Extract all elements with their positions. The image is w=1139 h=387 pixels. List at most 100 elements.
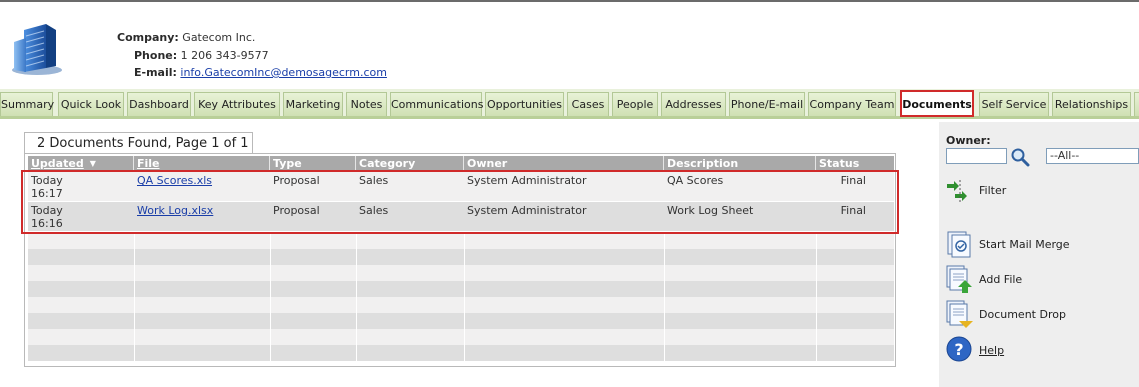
- column-header-owner[interactable]: Owner: [464, 156, 664, 171]
- tab-relationships[interactable]: Relationships: [1052, 92, 1131, 116]
- column-separator: [356, 297, 357, 313]
- column-separator: [270, 233, 271, 249]
- column-header-updated[interactable]: Updated ▼: [28, 156, 134, 171]
- owner-cell: System Administrator: [467, 204, 587, 217]
- column-separator: [664, 345, 665, 361]
- column-separator: [356, 233, 357, 249]
- tab-company-team[interactable]: Company Team: [808, 92, 896, 116]
- column-separator: [816, 345, 817, 361]
- file-cell: QA Scores.xls: [134, 174, 212, 187]
- column-separator: [816, 233, 817, 249]
- help-label: Help: [979, 344, 1005, 357]
- column-separator: [664, 265, 665, 281]
- column-separator: [134, 265, 135, 281]
- column-separator: [356, 249, 357, 265]
- grid-header: Updated ▼ File Type Category Owner Descri…: [28, 156, 894, 171]
- owner-label: Owner:: [946, 134, 991, 147]
- help-icon: ?: [946, 336, 972, 362]
- column-header-description[interactable]: Description: [664, 156, 816, 171]
- owner-cell: System Administrator: [467, 174, 587, 187]
- column-separator: [664, 297, 665, 313]
- tab-dashboard[interactable]: Dashboard: [127, 92, 191, 116]
- owner-input[interactable]: [946, 148, 1007, 164]
- tab-opportunities[interactable]: Opportunities: [485, 92, 564, 116]
- email-link[interactable]: info.GatecomInc@demosagecrm.com: [180, 66, 387, 79]
- column-header-type[interactable]: Type: [270, 156, 356, 171]
- phone-value: 1 206 343-9577: [180, 48, 269, 62]
- empty-row: [28, 249, 894, 265]
- empty-row: [28, 233, 894, 249]
- column-separator: [270, 313, 271, 329]
- column-separator: [134, 281, 135, 297]
- column-separator: [356, 329, 357, 345]
- updated-cell: Today 16:16: [28, 204, 63, 230]
- column-separator: [270, 329, 271, 345]
- column-separator: [664, 249, 665, 265]
- column-separator: [464, 281, 465, 297]
- description-cell: Work Log Sheet: [667, 204, 754, 217]
- tab-people[interactable]: People: [612, 92, 658, 116]
- column-separator: [464, 329, 465, 345]
- column-header-file[interactable]: File: [134, 156, 270, 171]
- column-separator: [464, 265, 465, 281]
- tab-communications[interactable]: Communications: [390, 92, 483, 116]
- tab-cases[interactable]: Cases: [567, 92, 609, 116]
- empty-row: [28, 345, 894, 361]
- column-separator: [134, 233, 135, 249]
- column-separator: [356, 281, 357, 297]
- sort-down-icon: ▼: [89, 159, 96, 168]
- tab-key-attributes[interactable]: Key Attributes: [194, 92, 280, 116]
- column-separator: [816, 265, 817, 281]
- column-separator: [270, 249, 271, 265]
- tab-overflow[interactable]: [1134, 92, 1139, 116]
- column-separator: [816, 313, 817, 329]
- column-separator: [270, 265, 271, 281]
- column-separator: [816, 329, 817, 345]
- company-label: Company:: [117, 31, 179, 44]
- column-separator: [816, 249, 817, 265]
- table-row[interactable]: Today 16:17 QA Scores.xls Proposal Sales…: [28, 172, 894, 202]
- empty-row: [28, 265, 894, 281]
- column-separator: [356, 313, 357, 329]
- status-cell: Final: [840, 204, 866, 217]
- updated-cell: Today 16:17: [28, 174, 63, 200]
- tab-summary[interactable]: Summary: [0, 92, 54, 116]
- svg-text:?: ?: [954, 340, 963, 359]
- tab-self-service[interactable]: Self Service: [979, 92, 1049, 116]
- tab-quick-look[interactable]: Quick Look: [58, 92, 124, 116]
- file-link[interactable]: QA Scores.xls: [137, 174, 212, 187]
- tab-documents[interactable]: Documents: [900, 90, 974, 117]
- tab-marketing[interactable]: Marketing: [283, 92, 343, 116]
- empty-row: [28, 313, 894, 329]
- column-separator: [464, 297, 465, 313]
- file-cell: Work Log.xlsx: [134, 204, 213, 217]
- column-separator: [270, 281, 271, 297]
- column-separator: [664, 329, 665, 345]
- search-icon[interactable]: [1010, 147, 1030, 167]
- table-row[interactable]: Today 16:16 Work Log.xlsx Proposal Sales…: [28, 202, 894, 232]
- column-header-category[interactable]: Category: [356, 156, 464, 171]
- tab-phone-email[interactable]: Phone/E-mail: [729, 92, 805, 116]
- company-building-icon: [12, 24, 62, 75]
- column-separator: [464, 345, 465, 361]
- mail-merge-icon: [947, 231, 971, 258]
- column-separator: [464, 233, 465, 249]
- description-cell: QA Scores: [667, 174, 724, 187]
- column-separator: [464, 249, 465, 265]
- empty-row: [28, 281, 894, 297]
- column-separator: [464, 313, 465, 329]
- window-top-border: [0, 0, 1139, 2]
- tab-notes[interactable]: Notes: [346, 92, 387, 116]
- owner-select[interactable]: --All--: [1046, 148, 1139, 164]
- company-info: Company: Gatecom Inc. Phone: 1 206 343-9…: [117, 29, 387, 82]
- empty-row: [28, 297, 894, 313]
- company-name: Gatecom Inc.: [182, 31, 256, 44]
- column-separator: [816, 297, 817, 313]
- file-link[interactable]: Work Log.xlsx: [137, 204, 213, 217]
- column-header-status[interactable]: Status: [816, 156, 894, 171]
- updated-day: Today: [31, 174, 63, 187]
- status-cell: Final: [840, 174, 866, 187]
- add-file-label: Add File: [979, 273, 1023, 286]
- empty-row: [28, 329, 894, 345]
- tab-addresses[interactable]: Addresses: [661, 92, 726, 116]
